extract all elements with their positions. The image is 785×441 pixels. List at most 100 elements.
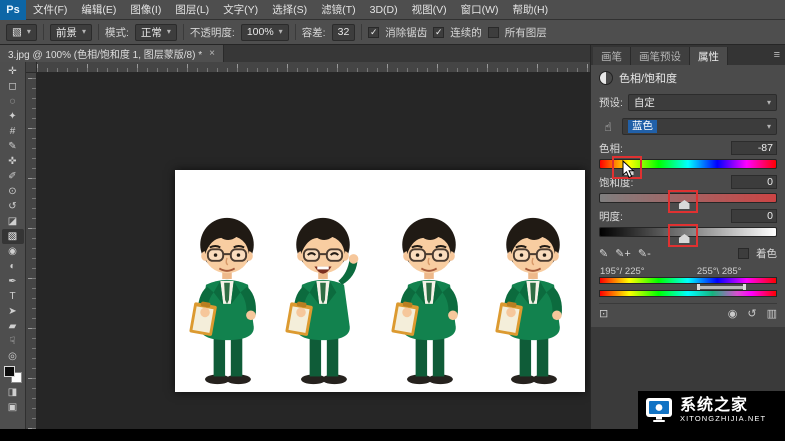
preset-label: 预设: — [599, 95, 623, 110]
range-start-label: 195°/ 225° — [600, 266, 645, 277]
horizontal-ruler — [37, 62, 590, 73]
panel-tab-bar: 画笔 画笔预设 属性 ≡ — [591, 45, 785, 65]
tool-hand[interactable]: ☟ — [2, 334, 24, 349]
tab-brush-presets[interactable]: 画笔预设 — [631, 47, 690, 65]
range-cap-left[interactable] — [697, 284, 700, 290]
contiguous-checkbox[interactable]: ✓ — [433, 27, 444, 38]
lightness-slider-thumb[interactable] — [679, 234, 690, 243]
color-swatches[interactable] — [4, 366, 22, 383]
menu-item-image[interactable]: 图像(I) — [123, 0, 168, 20]
menu-item-type[interactable]: 文字(Y) — [216, 0, 265, 20]
tool-options-bar: ▧ ▾ 前景 ▾ 模式: 正常 ▾ 不透明度: 100% ▾ 容差: 32 ✓ … — [0, 20, 785, 45]
menu-item-layer[interactable]: 图层(L) — [168, 0, 216, 20]
tool-screen-mode[interactable]: ▣ — [2, 400, 24, 415]
tool-type[interactable]: T — [2, 289, 24, 304]
saturation-slider-thumb[interactable] — [679, 200, 690, 209]
opacity-input[interactable]: 100% ▾ — [241, 24, 289, 41]
menu-item-filter[interactable]: 滤镜(T) — [314, 0, 362, 20]
clip-to-layer-icon[interactable]: ⊡ — [599, 307, 608, 320]
separator — [98, 24, 99, 40]
menu-item-select[interactable]: 选择(S) — [265, 0, 314, 20]
add-to-sample-eyedropper-icon[interactable]: ✎+ — [615, 247, 631, 260]
ruler-corner — [26, 62, 37, 73]
image-canvas[interactable] — [175, 170, 585, 392]
tool-zoom[interactable]: ◎ — [2, 349, 24, 364]
tool-move[interactable]: ✛ — [2, 64, 24, 79]
tab-brush[interactable]: 画笔 — [593, 47, 631, 65]
fill-source-value: 前景 — [56, 25, 77, 40]
tool-shape[interactable]: ▰ — [2, 319, 24, 334]
tool-magic-wand[interactable]: ✦ — [2, 109, 24, 124]
tool-eyedropper[interactable]: ✎ — [2, 139, 24, 154]
preset-value: 自定 — [634, 95, 655, 110]
lightness-slider-group: 明度: 0 — [599, 209, 777, 237]
hue-range-control[interactable] — [599, 284, 777, 290]
range-end-label: 255°\ 285° — [697, 266, 742, 277]
preset-select[interactable]: 自定 ▾ — [628, 94, 777, 111]
range-bar[interactable] — [697, 286, 745, 289]
close-icon[interactable]: × — [209, 48, 215, 59]
subtract-from-sample-eyedropper-icon[interactable]: ✎- — [638, 247, 651, 260]
tab-properties[interactable]: 属性 — [690, 47, 728, 65]
hue-slider-thumb[interactable] — [623, 166, 634, 175]
saturation-slider-group: 饱和度: 0 — [599, 175, 777, 203]
colorize-checkbox[interactable] — [738, 248, 749, 259]
tool-blur[interactable]: ◉ — [2, 244, 24, 259]
all-layers-checkbox[interactable] — [488, 27, 499, 38]
targeted-adjustment-icon[interactable]: ☝ — [599, 120, 617, 134]
tolerance-input[interactable]: 32 — [332, 24, 356, 41]
vertical-ruler — [26, 73, 37, 429]
menu-item-window[interactable]: 窗口(W) — [454, 0, 506, 20]
lightness-slider[interactable] — [599, 227, 777, 237]
fill-source-select[interactable]: 前景 ▾ — [50, 24, 92, 41]
reset-icon[interactable]: ↺ — [747, 307, 756, 320]
tool-brush[interactable]: ✐ — [2, 169, 24, 184]
tolerance-value: 32 — [338, 26, 350, 38]
antialias-checkbox[interactable]: ✓ — [368, 27, 379, 38]
menu-item-help[interactable]: 帮助(H) — [506, 0, 556, 20]
tool-path-select[interactable]: ➤ — [2, 304, 24, 319]
foreground-color-swatch[interactable] — [4, 366, 15, 377]
separator — [361, 24, 362, 40]
opacity-label: 不透明度: — [190, 25, 235, 40]
visibility-eye-icon[interactable]: ◉ — [728, 307, 738, 320]
mode-select[interactable]: 正常 ▾ — [135, 24, 177, 41]
hue-slider[interactable] — [599, 159, 777, 169]
chevron-down-icon: ▾ — [167, 28, 171, 36]
tool-paint-bucket[interactable]: ▧ — [2, 229, 24, 244]
cartoon-character-4 — [485, 214, 581, 386]
opacity-value: 100% — [247, 26, 274, 38]
menu-item-view[interactable]: 视图(V) — [405, 0, 454, 20]
menu-item-file[interactable]: 文件(F) — [26, 0, 74, 20]
separator — [43, 24, 44, 40]
lightness-value-input[interactable]: 0 — [731, 209, 777, 223]
tool-pen[interactable]: ✒ — [2, 274, 24, 289]
hue-label: 色相: — [599, 141, 623, 156]
eyedropper-icon[interactable]: ✎ — [599, 247, 608, 260]
tool-dodge[interactable]: ◐ — [2, 259, 24, 274]
tool-lasso[interactable]: ◌ — [2, 94, 24, 109]
panel-menu-icon[interactable]: ≡ — [774, 49, 780, 61]
hue-value-input[interactable]: -87 — [731, 141, 777, 155]
menu-item-3d[interactable]: 3D(D) — [363, 0, 405, 20]
document-tab[interactable]: 3.jpg @ 100% (色相/饱和度 1, 图层蒙版/8) * × — [0, 45, 224, 62]
tool-eraser[interactable]: ◪ — [2, 214, 24, 229]
cartoon-character-3 — [381, 214, 477, 386]
tool-history-brush[interactable]: ↺ — [2, 199, 24, 214]
saturation-slider[interactable] — [599, 193, 777, 203]
tool-marquee[interactable]: ◻ — [2, 79, 24, 94]
tool-preset-picker[interactable]: ▧ ▾ — [6, 24, 37, 41]
tool-crop[interactable]: # — [2, 124, 24, 139]
saturation-value-input[interactable]: 0 — [731, 175, 777, 189]
tool-healing-brush[interactable]: ✜ — [2, 154, 24, 169]
tool-clone-stamp[interactable]: ⊙ — [2, 184, 24, 199]
all-layers-label: 所有图层 — [505, 25, 547, 40]
colorize-label: 着色 — [756, 246, 777, 261]
separator — [295, 24, 296, 40]
monitor-icon — [645, 397, 673, 423]
menu-item-edit[interactable]: 编辑(E) — [74, 0, 123, 20]
tool-quick-mask[interactable]: ◨ — [2, 385, 24, 400]
delete-icon[interactable]: ▥ — [767, 307, 777, 320]
range-cap-right[interactable] — [743, 284, 746, 290]
channel-select[interactable]: 蓝色 ▾ — [622, 118, 777, 135]
